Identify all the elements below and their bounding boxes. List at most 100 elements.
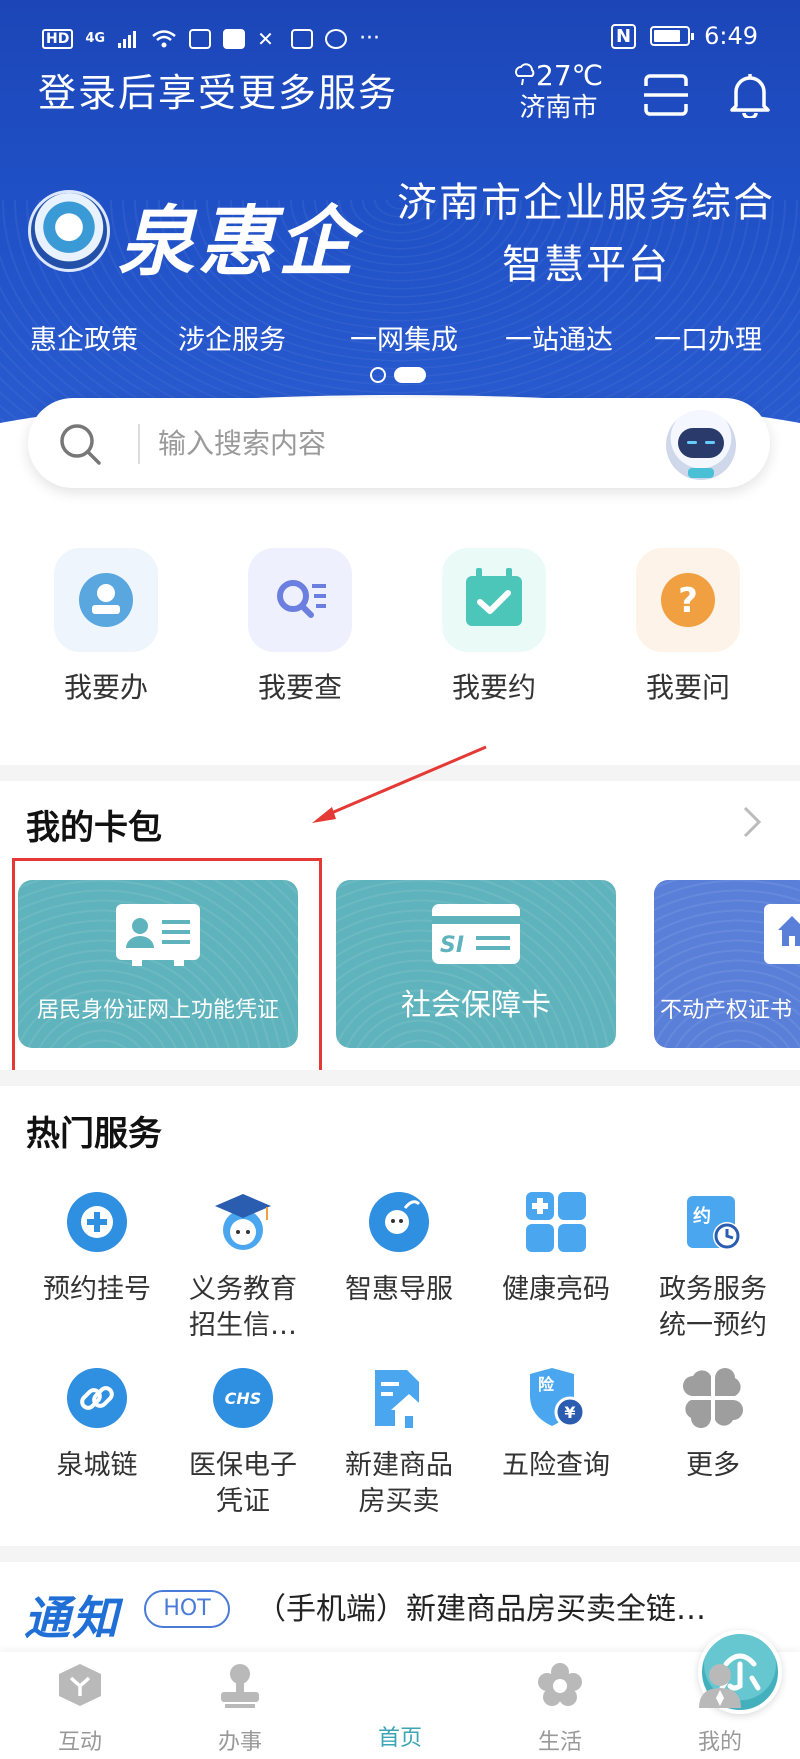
- bell-icon[interactable]: [728, 72, 772, 118]
- service-medical-insurance[interactable]: CHS 医保电子凭证: [163, 1366, 323, 1520]
- banner-nav-item[interactable]: 惠企政策: [30, 318, 138, 357]
- app-notification-icon: [189, 28, 212, 49]
- service-label: 更多: [686, 1450, 740, 1481]
- card-social-security[interactable]: SI 社会保障卡: [336, 880, 616, 1048]
- nav-label: 办事: [217, 1730, 262, 1755]
- quick-action-label: 我要办: [63, 671, 148, 704]
- search-icon[interactable]: [58, 422, 102, 466]
- banner-nav-item[interactable]: 涉企服务: [178, 318, 286, 357]
- quick-action-handle[interactable]: 我要办: [36, 548, 176, 706]
- service-smart-guide[interactable]: 智惠导服: [319, 1190, 479, 1308]
- svg-text:SI: SI: [440, 933, 464, 958]
- svg-text:约: 约: [693, 1205, 711, 1227]
- house-document-icon: [375, 1370, 427, 1428]
- service-registration[interactable]: 预约挂号: [17, 1190, 177, 1308]
- battery-icon: [650, 26, 695, 46]
- service-new-house[interactable]: 新建商品房买卖: [319, 1366, 479, 1520]
- card-property-certificate[interactable]: 不动产权证书: [654, 880, 800, 1048]
- annotation-arrow-icon: [312, 745, 487, 823]
- hot-services-title: 热门服务: [26, 1114, 162, 1154]
- svg-text:?: ?: [678, 581, 698, 621]
- nav-mine[interactable]: 我的: [660, 1660, 780, 1756]
- service-label: 医保电子凭证: [189, 1450, 297, 1517]
- nav-life[interactable]: 生活: [500, 1660, 620, 1756]
- search-bar[interactable]: [28, 398, 770, 488]
- graduate-cap-icon: [215, 1194, 271, 1250]
- interact-box-icon: [59, 1664, 101, 1706]
- service-more[interactable]: 更多: [633, 1366, 793, 1484]
- section-divider: [0, 1546, 800, 1562]
- mascot-guide-icon: [369, 1192, 429, 1252]
- svg-text:险: 险: [538, 1375, 555, 1394]
- svg-text:CHS: CHS: [225, 1389, 262, 1408]
- more-status-icon: ···: [359, 26, 381, 51]
- card-label: 不动产权证书: [660, 998, 793, 1023]
- quick-action-label: 我要查: [257, 671, 342, 704]
- banner-nav-item[interactable]: 一站通达: [505, 318, 613, 357]
- search-input[interactable]: [158, 420, 578, 466]
- nav-home[interactable]: 首页: [340, 1630, 782, 1752]
- service-label: 智惠导服: [345, 1274, 453, 1305]
- status-bar: HD 4G ✕ ··· N 6:49: [0, 20, 800, 60]
- service-label: 新建商品房买卖: [345, 1450, 453, 1517]
- quick-actions: 我要办 我要查 我要约 ? 我要问: [0, 548, 800, 718]
- user-icon: [699, 1664, 741, 1708]
- quick-action-label: 我要问: [645, 671, 730, 704]
- appointment-clock-icon: 约: [687, 1196, 741, 1250]
- brand-title: 济南市企业服务综合 智慧平台: [386, 172, 786, 296]
- carousel-dot[interactable]: [370, 367, 386, 383]
- service-education[interactable]: 义务教育招生信…: [163, 1190, 323, 1344]
- nav-interact[interactable]: 互动: [20, 1660, 140, 1756]
- banner-nav-item[interactable]: 一口办理: [654, 318, 762, 357]
- brand-title-line2: 智慧平台: [502, 242, 670, 288]
- svg-text:¥: ¥: [564, 1403, 575, 1422]
- robot-assistant-icon[interactable]: [666, 410, 736, 480]
- more-grid-icon: [683, 1368, 743, 1428]
- scan-icon[interactable]: [644, 74, 688, 116]
- service-label: 政务服务统一预约: [659, 1274, 767, 1341]
- translate-icon: ✕: [257, 26, 274, 51]
- nav-affairs[interactable]: 办事: [180, 1660, 300, 1756]
- nav-label: 我的: [697, 1730, 742, 1755]
- nav-label: 互动: [57, 1730, 102, 1755]
- service-label: 预约挂号: [43, 1274, 151, 1305]
- hand-icon: [325, 28, 348, 49]
- login-prompt[interactable]: 登录后享受更多服务: [38, 62, 398, 117]
- nav-label: 生活: [537, 1730, 582, 1755]
- nfc-icon: N: [611, 23, 637, 49]
- hot-badge: HOT: [144, 1590, 230, 1628]
- person-stamp-icon: [54, 548, 158, 652]
- question-icon: ?: [636, 548, 740, 652]
- card-wallet-title: 我的卡包: [26, 808, 162, 848]
- notice-text[interactable]: （手机端）新建商品房买卖全链…: [256, 1584, 756, 1628]
- wifi-icon: [152, 29, 176, 47]
- service-health-code[interactable]: 健康亮码: [476, 1190, 636, 1308]
- service-label: 泉城链: [56, 1450, 138, 1481]
- banner-nav-item[interactable]: 一网集成: [350, 318, 458, 357]
- medical-cross-icon: [67, 1192, 127, 1252]
- quick-action-ask[interactable]: ? 我要问: [618, 548, 758, 706]
- brand-name: 泉惠企: [118, 197, 358, 286]
- bottom-nav: 互动 办事 首页 生活 我的: [0, 1630, 800, 1759]
- service-quancheng-chain[interactable]: 泉城链: [17, 1366, 177, 1484]
- service-label: 义务教育招生信…: [189, 1274, 297, 1341]
- notice-bar[interactable]: 通知 HOT （手机端）新建商品房买卖全链…: [0, 1574, 800, 1654]
- weather-widget[interactable]: 27℃ 济南市: [514, 60, 603, 124]
- signal-icon: [118, 30, 137, 48]
- carousel-dot-active[interactable]: [394, 367, 426, 383]
- quick-action-query[interactable]: 我要查: [230, 548, 370, 706]
- service-gov-appointment[interactable]: 约 政务服务统一预约: [633, 1190, 793, 1344]
- weather-app-icon: [223, 28, 246, 49]
- service-insurance-query[interactable]: 险 ¥ 五险查询: [476, 1366, 636, 1484]
- brand-logo: [28, 190, 110, 272]
- chevron-right-icon[interactable]: [742, 806, 762, 838]
- network-indicator: 4G: [85, 31, 106, 46]
- service-label: 五险查询: [502, 1450, 610, 1481]
- quick-action-appointment[interactable]: 我要约: [424, 548, 564, 706]
- chs-insurance-icon: CHS: [213, 1368, 273, 1428]
- calendar-check-icon: [442, 548, 546, 652]
- music-app-icon: [291, 28, 314, 49]
- quick-action-label: 我要约: [451, 671, 536, 704]
- chain-link-icon: [67, 1368, 127, 1428]
- card-label: 社会保障卡: [401, 988, 551, 1023]
